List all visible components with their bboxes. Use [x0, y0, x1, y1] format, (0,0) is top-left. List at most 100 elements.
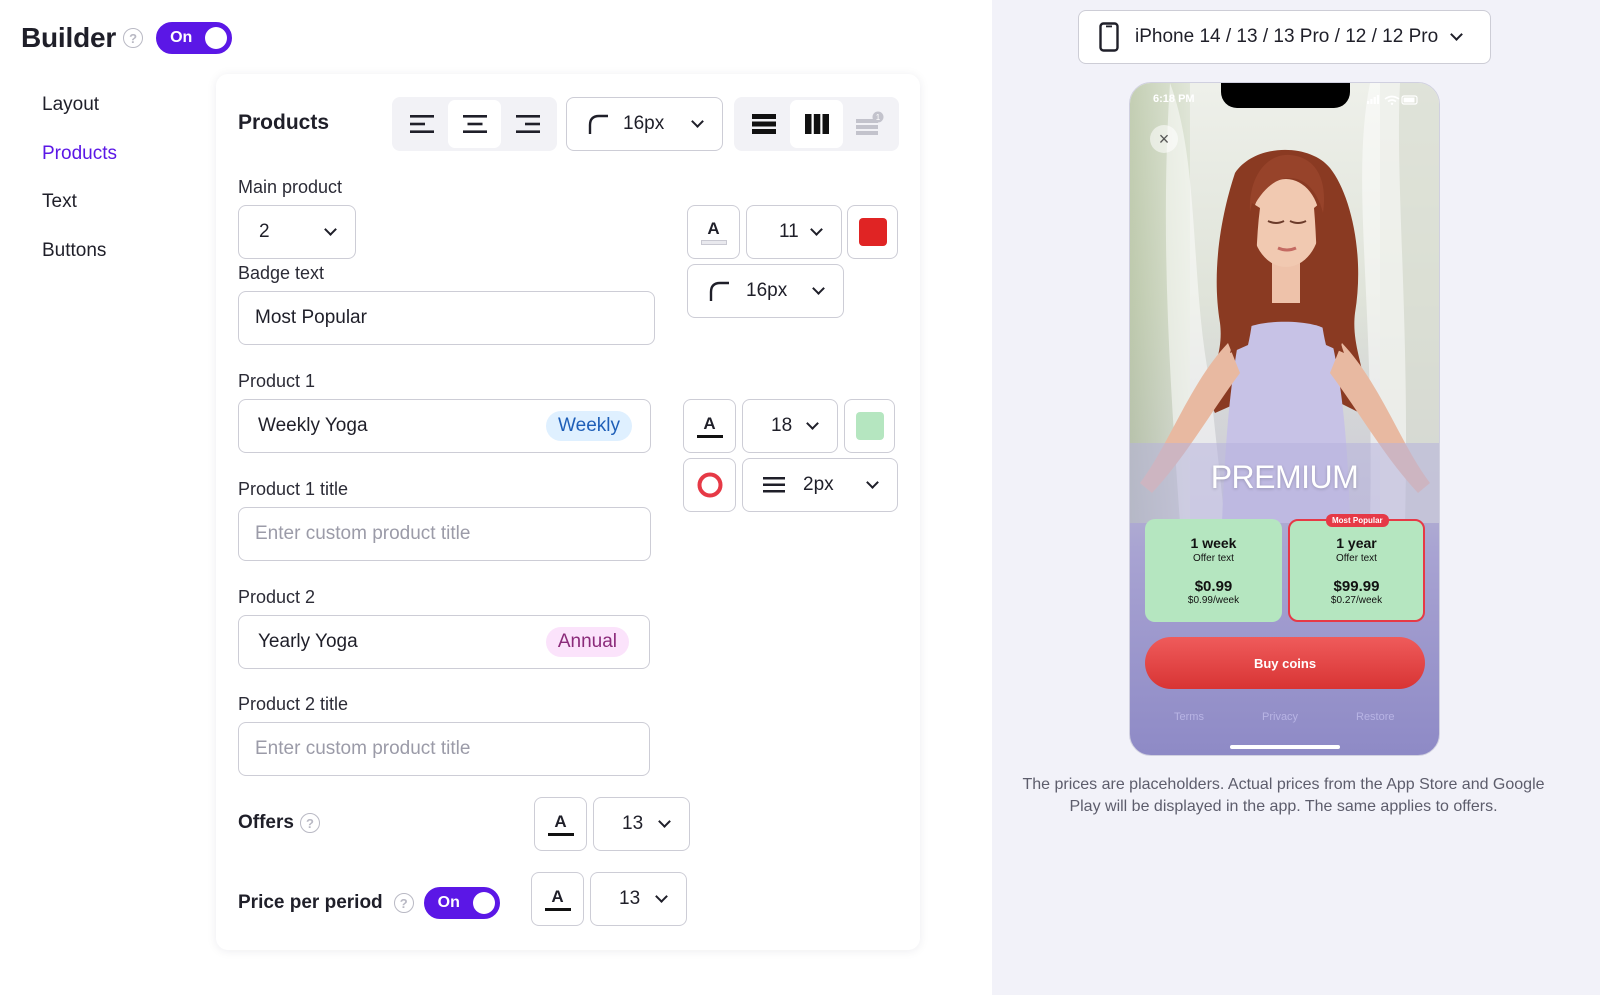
align-left-icon [409, 115, 434, 133]
product2-title-placeholder: Enter custom product title [255, 738, 471, 759]
card-title: 1 week [1190, 535, 1237, 551]
border-width-icon [763, 477, 785, 493]
badge-text-input[interactable]: Most Popular [238, 291, 655, 345]
sidebar-item-layout[interactable]: Layout [42, 92, 117, 141]
align-center-icon [462, 115, 487, 133]
single-product-icon: 1 [855, 111, 883, 135]
product1-bg-color-button[interactable] [844, 399, 895, 453]
chevron-down-icon [1450, 28, 1464, 41]
chevron-down-icon [655, 890, 668, 903]
offers-row: Offers ? [238, 812, 320, 834]
rows-icon [751, 114, 776, 134]
badge-radius-value: 16px [746, 280, 788, 301]
corner-radius-icon [709, 281, 729, 301]
product2-tag: Annual [545, 627, 629, 657]
product1-label: Product 1 [238, 371, 316, 391]
restore-link[interactable]: Restore [1356, 711, 1395, 723]
status-icons [1367, 95, 1418, 105]
alignment-selector [392, 97, 557, 151]
price-font-size-dropdown[interactable]: 13 [590, 872, 687, 926]
badge-text-value: Most Popular [255, 307, 367, 328]
badge-text-color-button[interactable]: A [687, 205, 740, 259]
product-card-1[interactable]: 1 week Offer text $0.99 $0.99/week [1145, 519, 1282, 622]
product1-value: Weekly Yoga [258, 415, 368, 436]
badge-color-swatch [858, 218, 887, 246]
main-product-label: Main product [238, 177, 343, 197]
card-price: $0.99 [1194, 578, 1233, 595]
badge-font-size-dropdown[interactable]: 11 [746, 205, 842, 259]
close-icon[interactable]: × [1150, 125, 1178, 153]
product1-title-label: Product 1 title [238, 479, 349, 499]
product1-font-size-value: 18 [771, 415, 793, 436]
badge-text-label: Badge text [238, 263, 325, 283]
layout-rows-button[interactable] [737, 100, 790, 148]
price-font-size-value: 13 [619, 888, 641, 909]
offers-font-size-value: 13 [622, 813, 644, 834]
corner-radius-value: 16px [623, 113, 665, 134]
help-icon[interactable]: ? [393, 893, 414, 913]
builder-header: Builder ? On [21, 20, 233, 56]
toggle-label: On [437, 894, 460, 911]
product2-title-label: Product 2 title [238, 694, 349, 714]
offers-text-color-button[interactable]: A [534, 797, 587, 851]
phone-icon [1099, 22, 1119, 52]
product1-select[interactable]: Weekly Yoga Weekly [238, 399, 651, 453]
product1-tag: Weekly [546, 411, 632, 441]
align-right-icon [515, 115, 540, 133]
card-title: 1 year [1336, 535, 1377, 551]
product1-border-width-value: 2px [803, 474, 834, 495]
product1-border-width-dropdown[interactable]: 2px [742, 458, 898, 512]
align-left-button[interactable] [395, 100, 448, 148]
product1-bg-color-swatch [855, 412, 884, 440]
text-color-icon: A [544, 888, 571, 911]
price-per-period-toggle[interactable]: On [423, 887, 500, 919]
buy-button[interactable]: Buy coins [1145, 637, 1425, 689]
chevron-down-icon [691, 115, 704, 128]
badge-color-button[interactable] [847, 205, 898, 259]
toggle-knob [472, 892, 495, 914]
product2-title-input[interactable]: Enter custom product title [238, 722, 650, 776]
product1-font-size-dropdown[interactable]: 18 [742, 399, 838, 453]
product-card-2[interactable]: 1 year Offer text $99.99 $0.27/week [1288, 519, 1425, 622]
toggle-label: On [170, 29, 193, 46]
most-popular-badge: Most Popular [1326, 514, 1389, 527]
main-product-dropdown[interactable]: 2 [238, 205, 356, 259]
privacy-link[interactable]: Privacy [1262, 711, 1298, 723]
svg-text:1: 1 [875, 113, 880, 122]
sidebar-item-buttons[interactable]: Buttons [42, 238, 117, 287]
chevron-down-icon [658, 815, 671, 828]
chevron-down-icon [866, 476, 879, 489]
price-text-color-button[interactable]: A [531, 872, 584, 926]
layout-single-button[interactable]: 1 [843, 100, 896, 148]
badge-radius-dropdown[interactable]: 16px [687, 264, 844, 318]
builder-toggle[interactable]: On [156, 22, 233, 54]
sidebar-item-products[interactable]: Products [42, 141, 117, 190]
layout-columns-button[interactable] [790, 100, 843, 148]
price-per-period-row: Price per period ? On [238, 887, 500, 919]
product1-title-placeholder: Enter custom product title [255, 523, 471, 544]
product1-border-color-button[interactable] [683, 458, 736, 512]
offers-label: Offers [238, 812, 294, 833]
terms-link[interactable]: Terms [1174, 711, 1204, 723]
align-right-button[interactable] [501, 100, 554, 148]
product2-value: Yearly Yoga [258, 631, 358, 652]
phone-preview: 6:18 PM × PREMIUM 1 week Offer text $0.9… [1129, 82, 1440, 756]
toggle-knob [205, 27, 228, 49]
sidebar-item-text[interactable]: Text [42, 189, 117, 238]
chevron-down-icon [810, 223, 823, 236]
corner-radius-dropdown[interactable]: 16px [566, 97, 723, 151]
align-center-button[interactable] [448, 100, 501, 148]
product2-select[interactable]: Yearly Yoga Annual [238, 615, 650, 669]
card-price-per-period: $0.99/week [1187, 595, 1240, 606]
offers-font-size-dropdown[interactable]: 13 [593, 797, 690, 851]
phone-notch [1221, 83, 1350, 108]
card-price-per-period: $0.27/week [1330, 595, 1383, 606]
help-icon[interactable]: ? [299, 813, 320, 833]
help-icon[interactable]: ? [123, 28, 144, 48]
text-color-icon: A [700, 220, 727, 245]
product1-title-input[interactable]: Enter custom product title [238, 507, 651, 561]
corner-radius-icon [588, 114, 608, 134]
device-dropdown[interactable]: iPhone 14 / 13 / 13 Pro / 12 / 12 Pro [1078, 10, 1491, 64]
text-color-icon: A [547, 813, 574, 836]
product1-text-color-button[interactable]: A [683, 399, 736, 453]
